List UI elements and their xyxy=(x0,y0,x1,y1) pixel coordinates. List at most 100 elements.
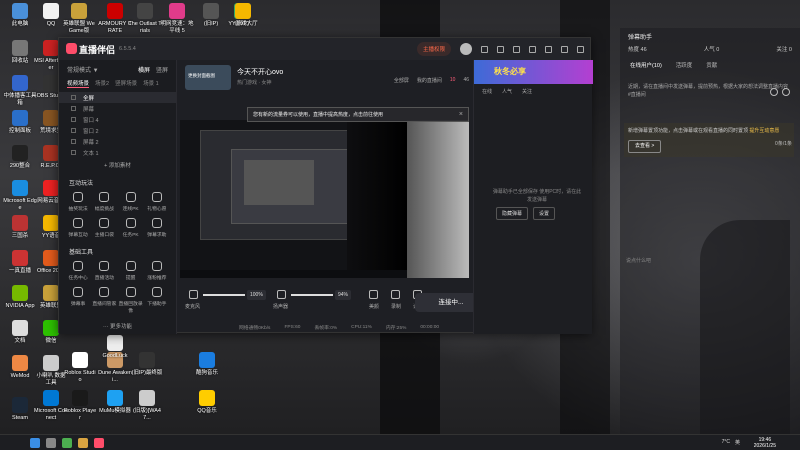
headset-icon[interactable] xyxy=(497,45,504,53)
source-item[interactable]: 窗口 2 xyxy=(59,125,176,136)
desktop-icon[interactable]: ARMOURY CRATE xyxy=(98,3,132,34)
record-icon[interactable] xyxy=(391,290,400,299)
cover-image[interactable]: 更换封面截图 xyxy=(185,65,231,90)
speaker-icon[interactable] xyxy=(277,290,286,299)
source-item[interactable]: 窗口 4 xyxy=(59,114,176,125)
desktop-icon[interactable]: (旧IP)最终版 xyxy=(130,352,164,377)
desktop-icon[interactable]: 中体播客工具箱 xyxy=(3,75,37,106)
mic-icon[interactable] xyxy=(189,290,198,299)
taskbar-app-icon[interactable] xyxy=(62,438,72,448)
stream-preview[interactable] xyxy=(180,120,407,278)
source-item[interactable]: 屏幕 xyxy=(59,103,176,114)
add-source-button[interactable]: + 添加素材 xyxy=(59,161,176,169)
desktop-icon[interactable]: 文档 xyxy=(3,320,37,345)
desktop-icon[interactable]: NVIDIA App xyxy=(3,285,37,310)
desktop-icon[interactable]: Roblox Studio xyxy=(63,352,97,383)
desktop-icon[interactable]: (旧IP) xyxy=(194,3,228,28)
tool-item[interactable]: 抽奖玩法 xyxy=(65,192,91,212)
desktop-icon[interactable]: 三国杀 xyxy=(3,215,37,240)
start-button[interactable] xyxy=(30,438,40,448)
desktop-icon[interactable]: 英雄联盟 WeGame版 xyxy=(62,3,96,34)
desktop-icon[interactable]: 此电脑 xyxy=(3,3,37,28)
live-title[interactable]: 今天不开心ovo xyxy=(237,67,283,77)
maximize-icon[interactable] xyxy=(561,45,568,53)
beauty-icon[interactable] xyxy=(369,290,378,299)
tool-item[interactable]: 主播口袋 xyxy=(91,218,117,238)
tool-item[interactable]: 幅度挑战 xyxy=(91,192,117,212)
promo-banner[interactable]: 秋冬必享 xyxy=(474,60,593,84)
desktop-icon[interactable]: (旧版)[WA47... xyxy=(130,390,164,421)
checkbox[interactable] xyxy=(71,128,76,133)
tool-item[interactable]: 直播回放录像 xyxy=(118,287,144,314)
anchor-permission-button[interactable]: 主播权限 xyxy=(416,42,451,56)
close-icon[interactable]: × xyxy=(459,111,463,118)
live-category[interactable]: 热门游戏 · 女神 xyxy=(237,79,271,86)
danmu-settings-button[interactable]: 设置 xyxy=(533,207,556,220)
minimize-icon[interactable] xyxy=(545,45,552,53)
close-icon[interactable] xyxy=(577,45,584,53)
file-explorer-icon[interactable] xyxy=(78,438,88,448)
tool-item[interactable]: 直播间管家 xyxy=(91,287,117,314)
clock[interactable]: 19:46 2026/1/25 xyxy=(754,437,776,449)
tool-item[interactable]: 连线PK xyxy=(118,192,144,212)
my-room-button[interactable]: 我的直播间 xyxy=(417,77,442,84)
source-item[interactable]: 文本 1 xyxy=(59,147,176,158)
hide-danmu-button[interactable]: 隐藏弹幕 xyxy=(496,207,529,220)
tab-landscape[interactable]: 横屏 xyxy=(138,65,150,74)
mic-volume-slider[interactable] xyxy=(203,294,245,296)
desktop-icon[interactable]: Roblox Player xyxy=(63,390,97,421)
tab-scene-portrait[interactable]: 竖屏场景 xyxy=(115,79,137,88)
live-assistant-taskbar-icon[interactable] xyxy=(94,438,104,448)
desktop-icon[interactable]: 290整合 xyxy=(3,145,37,170)
tab-scene-video[interactable]: 视频场景 xyxy=(67,79,90,88)
checkbox[interactable] xyxy=(71,106,76,111)
search-icon[interactable] xyxy=(770,88,778,96)
desktop-icon[interactable]: Steam xyxy=(3,397,37,422)
danmu-input[interactable]: 说点什么吧 xyxy=(626,257,651,264)
speaker-volume-slider[interactable] xyxy=(291,294,333,296)
desktop-icon[interactable]: 一真直播 xyxy=(3,250,37,275)
settings-icon[interactable] xyxy=(782,88,790,96)
tool-item[interactable]: 弹幕事 xyxy=(65,287,91,314)
search-icon[interactable] xyxy=(46,438,56,448)
tool-item[interactable]: 弹幕互动 xyxy=(65,218,91,238)
tool-item[interactable]: 提醒 xyxy=(118,261,144,281)
desktop-icon[interactable]: QQ音乐 xyxy=(190,390,224,415)
tab-scene-2[interactable]: 场景2 xyxy=(95,79,109,88)
checkbox[interactable] xyxy=(71,150,76,155)
skin-icon[interactable] xyxy=(513,45,520,53)
checkbox[interactable] xyxy=(71,117,76,122)
danmu-go-view-button[interactable]: 去查看 > xyxy=(628,140,662,153)
desktop-icon[interactable]: WeMod xyxy=(3,355,37,380)
tab-contribution[interactable]: 贡献 xyxy=(706,61,717,69)
desktop-icon[interactable]: GoodLuck xyxy=(98,335,132,360)
input-language[interactable]: 英 xyxy=(735,439,740,446)
tool-item[interactable]: 礼物心愿 xyxy=(144,192,170,212)
tool-item[interactable]: 任务PK xyxy=(118,218,144,238)
tool-item[interactable]: 直播活动 xyxy=(91,261,117,281)
fullscreen-button[interactable]: 全部屏 xyxy=(394,77,409,84)
source-item[interactable]: 全屏 xyxy=(59,92,176,103)
tool-item[interactable]: 弹幕求助 xyxy=(144,218,170,238)
tab-activity[interactable]: 活跃度 xyxy=(676,61,693,69)
tool-item[interactable]: 涨粉推荐 xyxy=(144,261,170,281)
mode-selector[interactable]: 常规模式 ▼ xyxy=(67,65,99,74)
tab-portrait[interactable]: 竖屏 xyxy=(156,65,168,74)
message-icon[interactable] xyxy=(481,45,488,53)
tool-item[interactable]: 任务中心 xyxy=(65,261,91,281)
tab-scene-1[interactable]: 场景 1 xyxy=(143,79,159,88)
desktop-icon[interactable]: 控制面板 xyxy=(3,110,37,135)
source-item[interactable]: 屏幕 2 xyxy=(59,136,176,147)
menu-icon[interactable] xyxy=(529,45,536,53)
desktop-icon[interactable]: The Outlast Trials xyxy=(128,3,162,34)
tool-item[interactable]: 下播助手 xyxy=(144,287,170,314)
desktop-icon[interactable]: 酷狗音乐 xyxy=(190,352,224,377)
avatar[interactable] xyxy=(460,43,472,55)
desktop-icon[interactable]: MuMu模拟器 xyxy=(98,390,132,415)
desktop-icon[interactable]: 回收站 xyxy=(3,40,37,65)
checkbox[interactable] xyxy=(71,95,76,100)
checkbox[interactable] xyxy=(71,139,76,144)
tab-online-users[interactable]: 在线用户(10) xyxy=(630,61,662,69)
desktop-icon[interactable]: 明网竞速：地平线 5 xyxy=(160,3,194,34)
desktop-icon[interactable]: YY游戏大厅 xyxy=(226,3,260,28)
